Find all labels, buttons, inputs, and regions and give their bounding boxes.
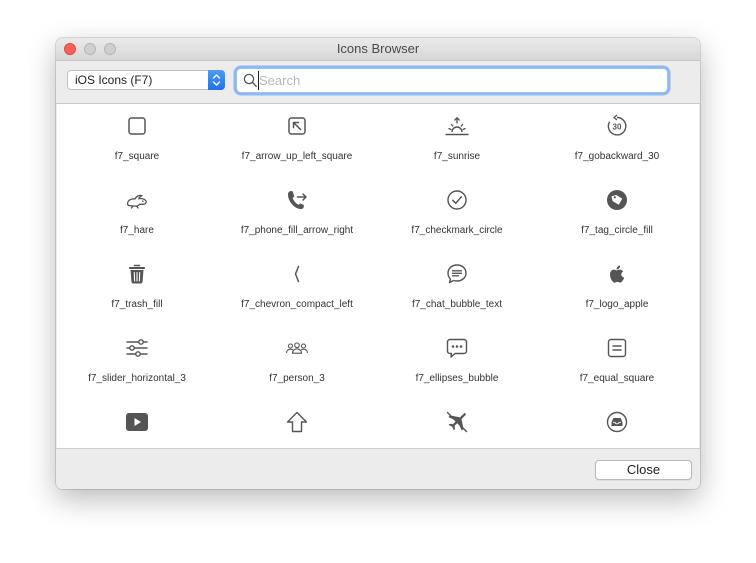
tag-circle-fill-icon — [607, 190, 627, 210]
slider-horizontal-3-icon — [126, 339, 148, 357]
icon-label: f7_tag_circle_fill — [581, 225, 653, 236]
close-button[interactable]: Close — [595, 460, 692, 480]
icon-label: f7_person_3 — [269, 373, 325, 384]
icon-cell[interactable] — [217, 400, 377, 448]
icon-cell[interactable]: f7_chevron_compact_left — [217, 252, 377, 326]
icon-cell[interactable]: f7_hare — [57, 178, 217, 252]
icon-cell[interactable]: f7_logo_apple — [537, 252, 697, 326]
equal-square-icon — [607, 338, 627, 358]
icon-cell[interactable]: f7_tag_circle_fill — [537, 178, 697, 252]
footer-bar: Close — [56, 448, 700, 489]
icon-label: f7_checkmark_circle — [411, 225, 503, 236]
search-field[interactable] — [236, 68, 668, 93]
icon-label: f7_equal_square — [579, 373, 655, 384]
chat-bubble-text-icon — [447, 264, 467, 284]
icon-label: f7_ellipses_bubble — [415, 373, 499, 384]
icon-label: f7_chat_bubble_text — [411, 299, 503, 310]
chevron-compact-left-icon — [294, 265, 300, 283]
icon-cell[interactable]: f7_person_3 — [217, 326, 377, 400]
trash-fill-icon — [129, 264, 145, 284]
icon-cell[interactable]: f7_sunrise — [377, 104, 537, 178]
icon-cell[interactable]: f7_square — [57, 104, 217, 178]
icon-label: f7_logo_apple — [585, 299, 649, 310]
play-rectangle-fill-icon — [126, 413, 148, 431]
icon-label: f7_arrow_up_left_square — [241, 151, 353, 162]
icon-cell[interactable]: f7_phone_fill_arrow_right — [217, 178, 377, 252]
svg-text:30: 30 — [613, 123, 622, 132]
airplane-slash-icon — [446, 411, 468, 433]
toolbar: iOS Icons (F7) — [56, 61, 700, 104]
icon-set-select[interactable]: iOS Icons (F7) — [67, 70, 225, 90]
icons-browser-window: Icons Browser iOS Icons (F7) Search f7_s… — [56, 38, 700, 489]
icon-cell[interactable]: f7_chat_bubble_text — [377, 252, 537, 326]
arrow-up-outline-icon — [286, 411, 308, 433]
search-icon — [243, 73, 257, 87]
icon-label: f7_slider_horizontal_3 — [88, 373, 186, 384]
title-bar[interactable]: Icons Browser — [56, 38, 700, 61]
window-title: Icons Browser — [336, 41, 420, 56]
checkmark-circle-icon — [447, 190, 467, 210]
icon-cell[interactable]: f7_arrow_up_left_square — [217, 104, 377, 178]
sunrise-icon — [445, 116, 469, 136]
ellipses-bubble-icon — [446, 338, 468, 358]
icon-label: f7_gobackward_30 — [574, 151, 660, 162]
icon-label: f7_sunrise — [433, 151, 481, 162]
gobackward-30-icon: 30 — [607, 114, 627, 136]
arrow-up-left-square-icon — [288, 117, 306, 135]
icon-label: f7_trash_fill — [111, 299, 163, 310]
icon-label: f7_phone_fill_arrow_right — [240, 225, 354, 236]
search-input[interactable] — [258, 71, 659, 90]
icon-cell[interactable]: f7_checkmark_circle — [377, 178, 537, 252]
icon-label: f7_hare — [120, 225, 154, 236]
icon-label: f7_square — [114, 151, 160, 162]
icon-set-select-value: iOS Icons (F7) — [75, 73, 153, 87]
icon-cell[interactable]: f7_slider_horizontal_3 — [57, 326, 217, 400]
icon-label: f7_chevron_compact_left — [241, 299, 353, 310]
icon-cell[interactable] — [537, 400, 697, 448]
icon-cell[interactable] — [377, 400, 537, 448]
icon-cell[interactable]: 30 f7_gobackward_30 — [537, 104, 697, 178]
icon-cell[interactable] — [57, 400, 217, 448]
hare-icon — [126, 194, 147, 209]
phone-fill-arrow-right-icon — [288, 191, 307, 210]
icon-cell[interactable]: f7_ellipses_bubble — [377, 326, 537, 400]
icon-grid[interactable]: f7_square f7_arrow_up_left_square f7_sun… — [57, 104, 699, 448]
tray-circle-icon — [606, 411, 628, 433]
icon-cell[interactable]: f7_equal_square — [537, 326, 697, 400]
square-icon — [128, 117, 146, 135]
updown-chevron-icon[interactable] — [208, 70, 225, 90]
logo-apple-icon — [610, 265, 625, 283]
icon-cell[interactable]: f7_trash_fill — [57, 252, 217, 326]
person-3-icon — [285, 342, 309, 354]
